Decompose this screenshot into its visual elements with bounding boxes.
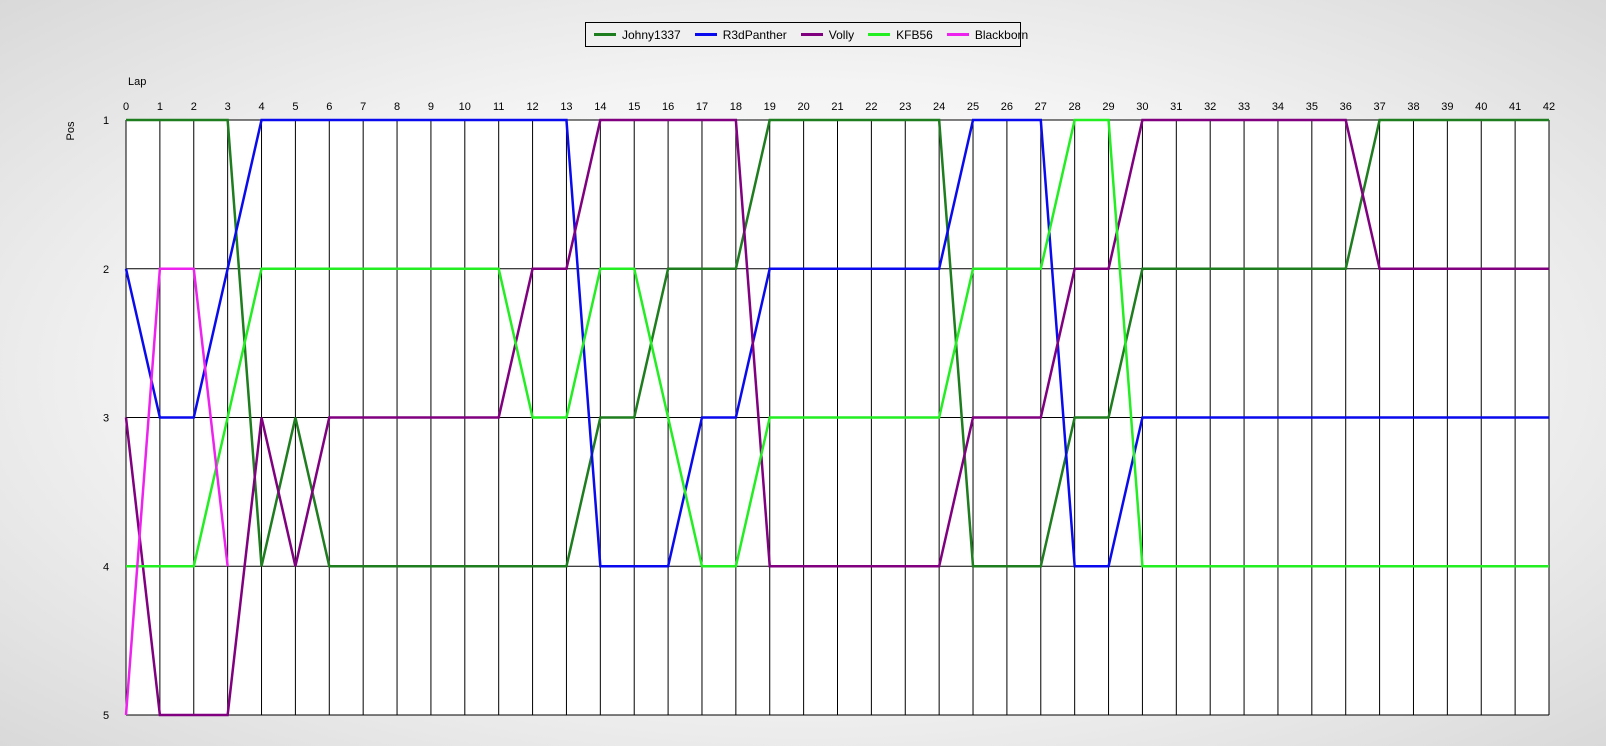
y-tick-label: 5 bbox=[103, 710, 109, 722]
x-tick-label: 34 bbox=[1272, 101, 1284, 113]
x-tick-label: 29 bbox=[1102, 101, 1114, 113]
x-tick-label: 13 bbox=[560, 101, 572, 113]
x-tick-label: 41 bbox=[1509, 101, 1521, 113]
x-axis-label: Lap bbox=[128, 76, 146, 88]
x-tick-label: 38 bbox=[1407, 101, 1419, 113]
x-tick-label: 3 bbox=[225, 101, 231, 113]
x-tick-label: 9 bbox=[428, 101, 434, 113]
x-tick-label: 26 bbox=[1001, 101, 1013, 113]
x-tick-label: 28 bbox=[1069, 101, 1081, 113]
x-tick-label: 33 bbox=[1238, 101, 1250, 113]
x-tick-label: 17 bbox=[696, 101, 708, 113]
x-tick-label: 18 bbox=[730, 101, 742, 113]
x-tick-label: 20 bbox=[797, 101, 809, 113]
x-tick-label: 30 bbox=[1136, 101, 1148, 113]
x-tick-label: 14 bbox=[594, 101, 606, 113]
x-tick-label: 37 bbox=[1373, 101, 1385, 113]
x-tick-label: 21 bbox=[831, 101, 843, 113]
x-tick-label: 36 bbox=[1340, 101, 1352, 113]
x-tick-label: 31 bbox=[1170, 101, 1182, 113]
x-tick-label: 11 bbox=[493, 101, 504, 113]
x-tick-label: 16 bbox=[662, 101, 674, 113]
x-tick-label: 19 bbox=[764, 101, 776, 113]
y-axis-label: Pos bbox=[65, 121, 77, 140]
y-tick-label: 3 bbox=[103, 413, 109, 425]
x-tick-label: 5 bbox=[292, 101, 298, 113]
x-tick-label: 2 bbox=[191, 101, 197, 113]
race-position-chart: Johny1337 R3dPanther Volly KFB56 Blackborn 0… bbox=[0, 0, 1606, 746]
x-tick-label: 40 bbox=[1475, 101, 1487, 113]
x-tick-label: 0 bbox=[123, 101, 129, 113]
x-tick-label: 4 bbox=[258, 101, 264, 113]
x-tick-label: 39 bbox=[1441, 101, 1453, 113]
x-tick-label: 1 bbox=[157, 101, 163, 113]
x-tick-label: 22 bbox=[865, 101, 877, 113]
x-tick-label: 25 bbox=[967, 101, 979, 113]
x-tick-label: 23 bbox=[899, 101, 911, 113]
x-tick-label: 35 bbox=[1306, 101, 1318, 113]
x-tick-label: 6 bbox=[326, 101, 332, 113]
x-tick-label: 12 bbox=[526, 101, 538, 113]
x-tick-label: 10 bbox=[459, 101, 471, 113]
x-tick-label: 24 bbox=[933, 101, 945, 113]
plot-area: 0 1 2 3 4 5 6 7 8 9 10 11 12 13 14 15 16 17 18 19 20 21 22 23 24… bbox=[65, 76, 1555, 722]
x-tick-label: 27 bbox=[1035, 101, 1047, 113]
y-tick-label: 2 bbox=[103, 264, 109, 276]
x-tick-label: 32 bbox=[1204, 101, 1216, 113]
x-tick-label: 7 bbox=[360, 101, 366, 113]
y-tick-label: 1 bbox=[103, 115, 109, 127]
x-tick-label: 42 bbox=[1543, 101, 1555, 113]
y-tick-label: 4 bbox=[103, 561, 109, 573]
x-tick-label: 8 bbox=[394, 101, 400, 113]
x-tick-label: 15 bbox=[628, 101, 640, 113]
